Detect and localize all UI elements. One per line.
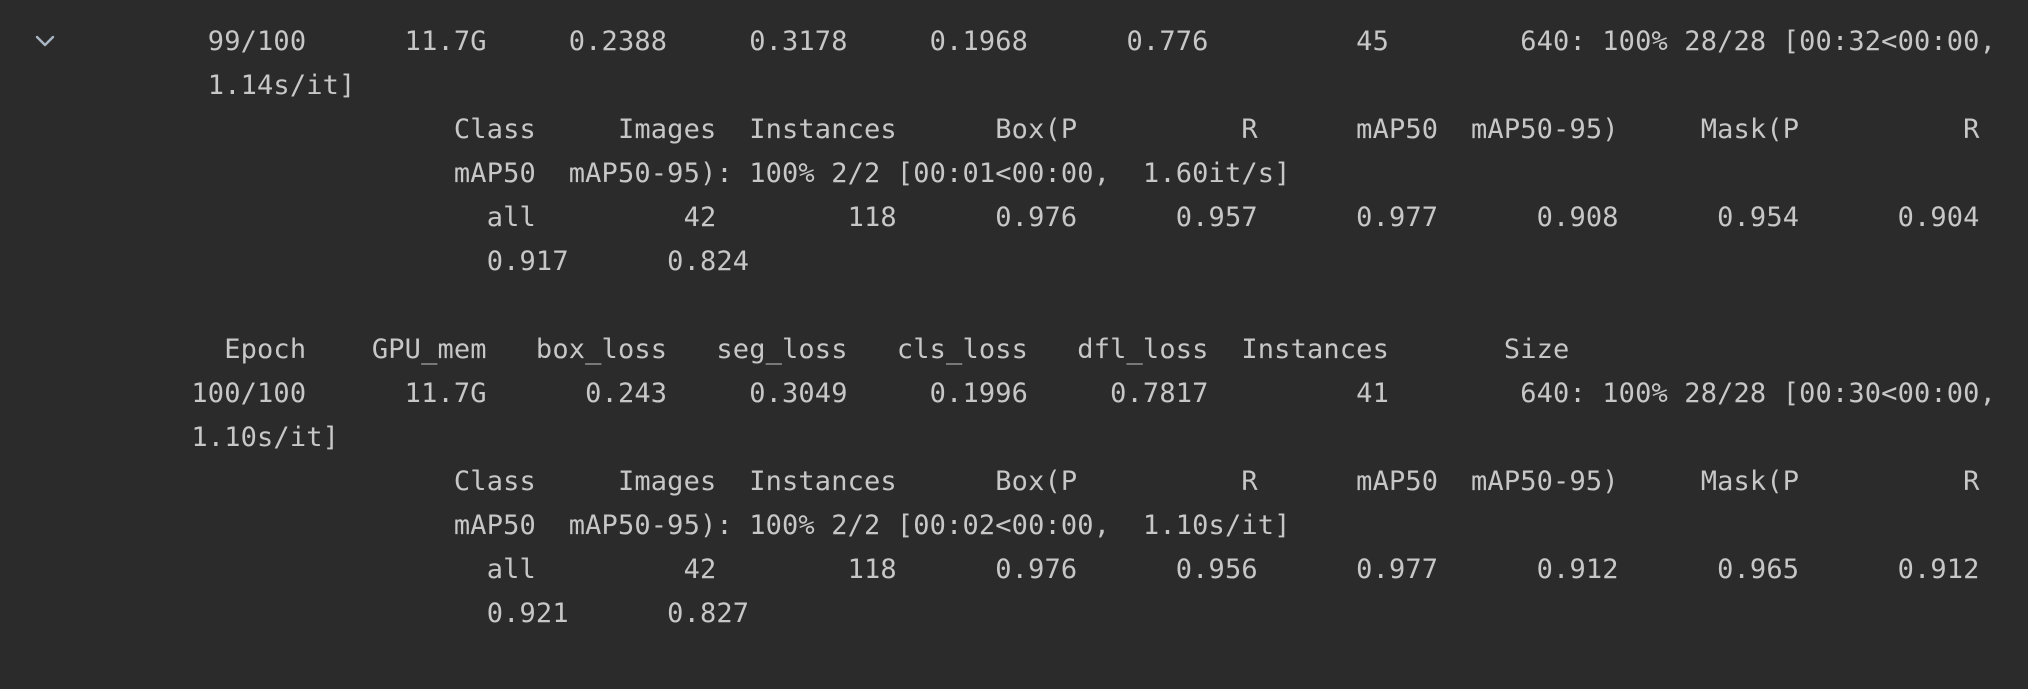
log-line: mAP50 mAP50-95): 100% 2/2 [00:02<00:00, … [175, 510, 1291, 541]
log-line: Class Images Instances Box(P R mAP50 mAP… [175, 114, 1980, 145]
training-output-panel: 99/100 11.7G 0.2388 0.3178 0.1968 0.776 … [0, 0, 2028, 689]
log-line: 0.917 0.824 [175, 246, 750, 277]
log-line-blank [175, 284, 1996, 328]
log-line: mAP50 mAP50-95): 100% 2/2 [00:01<00:00, … [175, 158, 1291, 189]
log-line: 100/100 11.7G 0.243 0.3049 0.1996 0.7817… [175, 378, 1996, 409]
log-line: 0.921 0.827 [175, 598, 750, 629]
chevron-down-icon[interactable] [32, 28, 58, 54]
log-line: all 42 118 0.976 0.956 0.977 0.912 0.965… [175, 554, 1980, 585]
log-line: all 42 118 0.976 0.957 0.977 0.908 0.954… [175, 202, 1980, 233]
log-line: 1.10s/it] [175, 422, 340, 453]
training-log: 99/100 11.7G 0.2388 0.3178 0.1968 0.776 … [175, 20, 1996, 636]
log-header-line: Epoch GPU_mem box_loss seg_loss cls_loss… [175, 334, 1570, 365]
log-line: Class Images Instances Box(P R mAP50 mAP… [175, 466, 1980, 497]
log-line: 99/100 11.7G 0.2388 0.3178 0.1968 0.776 … [175, 26, 1996, 57]
log-line: 1.14s/it] [175, 70, 356, 101]
chevron-down-icon-graphic [35, 35, 55, 47]
